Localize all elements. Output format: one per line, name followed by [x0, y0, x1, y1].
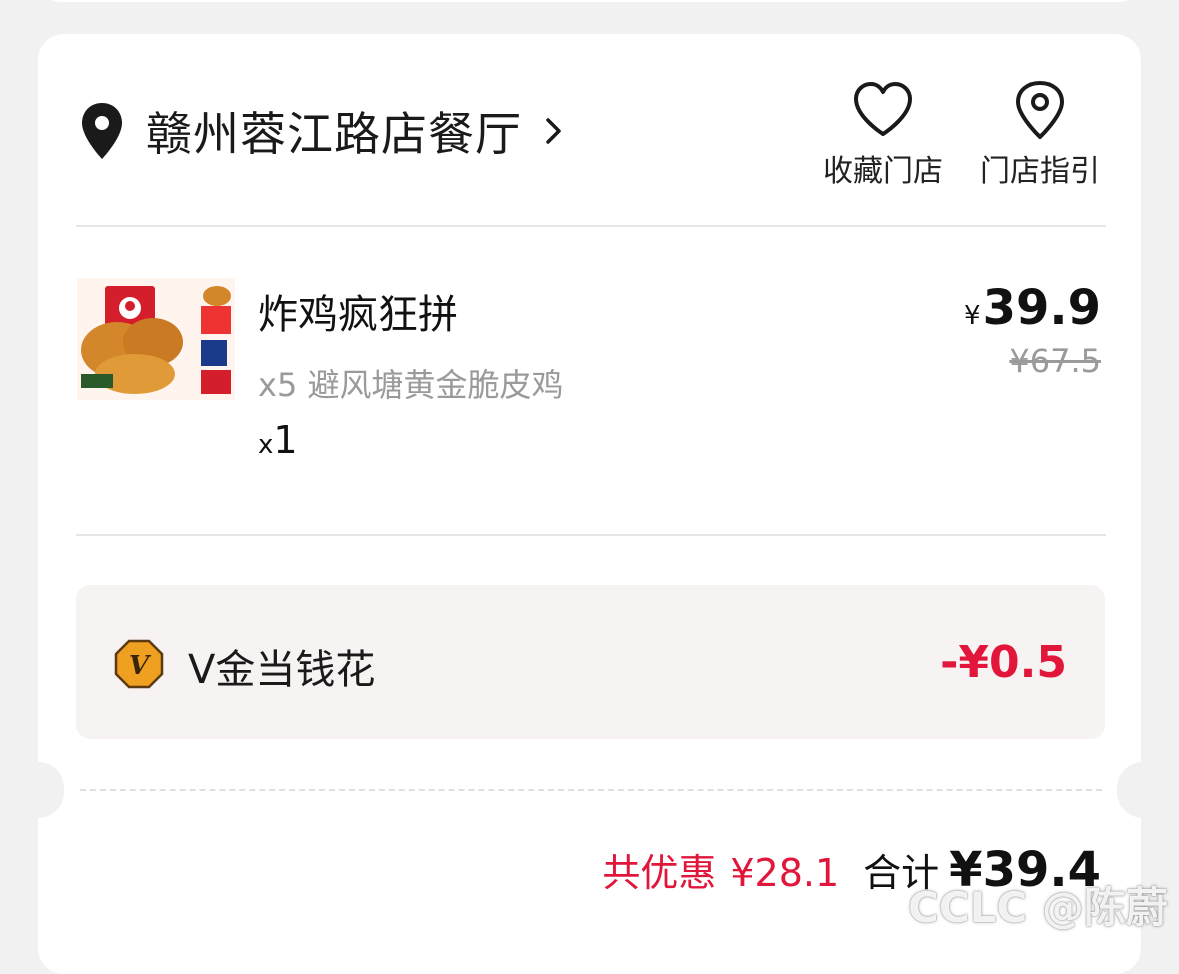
total-saved-label: 共优惠	[602, 851, 717, 895]
chevron-right-icon	[546, 118, 561, 144]
store-guide-label: 门店指引	[980, 154, 1100, 189]
v-gold-label: V金当钱花	[188, 647, 376, 693]
store-header[interactable]: 赣州蓉江路店餐厅	[80, 98, 564, 164]
ticket-dashed-separator	[80, 789, 1102, 791]
currency-symbol: ¥	[964, 301, 981, 331]
v-gold-amount: -¥0.5	[940, 637, 1067, 688]
map-pin-outline-icon	[1016, 81, 1064, 139]
watermark: CCLC @陈蔚	[908, 883, 1168, 932]
ticket-notch-left	[12, 762, 64, 818]
favorite-store-label: 收藏门店	[823, 154, 943, 189]
store-name: 赣州蓉江路店餐厅	[146, 107, 522, 161]
store-guide-button[interactable]: 门店指引	[965, 80, 1115, 190]
previous-card-edge	[38, 0, 1141, 2]
ticket-notch-right	[1117, 762, 1169, 818]
item-divider	[76, 534, 1106, 536]
product-image[interactable]	[77, 278, 235, 400]
product-description: x5 避风塘黄金脆皮鸡	[258, 366, 564, 404]
header-divider	[76, 225, 1106, 227]
quantity-prefix: x	[258, 430, 274, 460]
price-value: 39.9	[982, 280, 1101, 336]
quantity-value: 1	[273, 418, 298, 462]
product-quantity: x1	[258, 418, 298, 462]
total-saved-amount: ¥28.1	[730, 851, 840, 895]
favorite-store-button[interactable]: 收藏门店	[808, 80, 958, 190]
location-pin-icon	[82, 103, 122, 159]
v-gold-discount-row[interactable]: V V金当钱花 -¥0.5	[76, 585, 1105, 739]
product-price: ¥39.9	[964, 280, 1101, 336]
product-name: 炸鸡疯狂拼	[258, 292, 458, 338]
original-price: ¥67.5	[1009, 342, 1101, 380]
svg-text:V: V	[129, 651, 152, 681]
v-gold-coin-icon: V	[114, 639, 164, 689]
heart-outline-icon	[854, 82, 912, 136]
